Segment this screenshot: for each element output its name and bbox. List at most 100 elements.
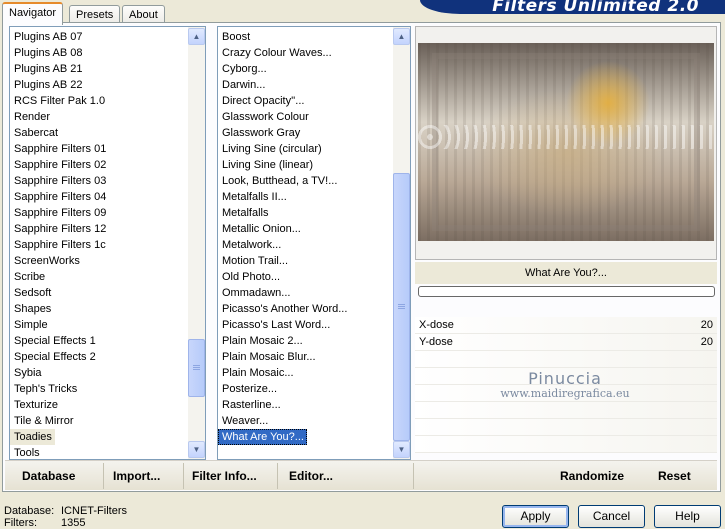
list-item-label: Toadies (10, 429, 55, 445)
filter-scrollbar[interactable]: ▲ ▼ (393, 27, 410, 459)
list-item[interactable]: Metalwork... (218, 237, 393, 253)
list-item[interactable]: Sapphire Filters 1c (10, 237, 188, 253)
list-item[interactable]: Plugins AB 07 (10, 29, 188, 45)
list-item[interactable]: What Are You?... (218, 429, 393, 445)
list-item[interactable]: Plugins AB 21 (10, 61, 188, 77)
randomize-button[interactable]: Randomize (560, 469, 624, 483)
list-item[interactable]: Cyborg... (218, 61, 393, 77)
list-item[interactable]: Tools (10, 445, 188, 459)
apply-button[interactable]: Apply (502, 505, 569, 528)
list-item[interactable]: Sapphire Filters 04 (10, 189, 188, 205)
list-item[interactable]: Plugins AB 08 (10, 45, 188, 61)
list-item[interactable]: Sapphire Filters 12 (10, 221, 188, 237)
list-item-label: Special Effects 1 (14, 335, 96, 347)
watermark: Pinuccia www.maidiregrafica.eu (440, 369, 690, 400)
database-button[interactable]: Database (22, 469, 75, 483)
list-item-label: Texturize (14, 399, 59, 411)
list-item[interactable]: Darwin... (218, 77, 393, 93)
list-item[interactable]: Boost (218, 29, 393, 45)
list-item[interactable]: Metalfalls (218, 205, 393, 221)
filter-info-button[interactable]: Filter Info... (192, 469, 257, 483)
list-item[interactable]: Simple (10, 317, 188, 333)
list-item-label: Picasso's Another Word... (222, 303, 348, 315)
tab-navigator[interactable]: Navigator (2, 2, 64, 25)
category-scrollbar[interactable]: ▲ ▼ (188, 27, 205, 459)
list-item[interactable]: Sapphire Filters 02 (10, 157, 188, 173)
list-item[interactable]: Render (10, 109, 188, 125)
list-item[interactable]: Special Effects 2 (10, 349, 188, 365)
param-row[interactable]: X-dose 20 (415, 317, 717, 334)
list-item[interactable]: Sybia (10, 365, 188, 381)
list-item[interactable]: Plugins AB 22 (10, 77, 188, 93)
list-item[interactable]: Toadies (10, 429, 188, 445)
list-item[interactable]: ScreenWorks (10, 253, 188, 269)
list-item-label: Metallic Onion... (222, 223, 301, 235)
list-item-label: Plugins AB 07 (14, 31, 83, 43)
filter-name: What Are You?... (415, 262, 717, 284)
list-item[interactable]: Posterize... (218, 381, 393, 397)
list-item[interactable]: Crazy Colour Waves... (218, 45, 393, 61)
list-item-label: Old Photo... (222, 271, 281, 283)
list-item-label: Simple (14, 319, 48, 331)
scroll-up-icon[interactable]: ▲ (393, 28, 410, 45)
list-item-label: Boost (222, 31, 251, 43)
list-item[interactable]: RCS Filter Pak 1.0 (10, 93, 188, 109)
list-item[interactable]: Look, Butthead, a TV!... (218, 173, 393, 189)
scroll-down-icon[interactable]: ▼ (393, 441, 410, 458)
cancel-button[interactable]: Cancel (578, 505, 645, 528)
list-item[interactable]: Sapphire Filters 09 (10, 205, 188, 221)
list-item[interactable]: Living Sine (circular) (218, 141, 393, 157)
list-item[interactable]: Teph's Tricks (10, 381, 188, 397)
list-item[interactable]: Sabercat (10, 125, 188, 141)
list-item-label: Sapphire Filters 04 (14, 191, 107, 203)
list-item[interactable]: Old Photo... (218, 269, 393, 285)
status-database-value: ICNET-Filters (61, 505, 127, 517)
list-item-label: Metalwork... (222, 239, 282, 251)
filter-list[interactable]: Boost Crazy Colour Waves... Cyborg... Darwi… (217, 26, 411, 460)
list-item-label: Picasso's Last Word... (222, 319, 331, 331)
list-item[interactable]: Metallic Onion... (218, 221, 393, 237)
list-item[interactable]: Picasso's Another Word... (218, 301, 393, 317)
list-item[interactable]: Shapes (10, 301, 188, 317)
reset-button[interactable]: Reset (658, 469, 691, 483)
param-row-empty (415, 419, 717, 436)
list-item[interactable]: Special Effects 1 (10, 333, 188, 349)
scroll-down-icon[interactable]: ▼ (188, 441, 205, 458)
list-item-label: Metalfalls (222, 207, 269, 219)
list-item[interactable]: Motion Trail... (218, 253, 393, 269)
filter-scroll-thumb[interactable] (393, 173, 410, 441)
list-item-label: Sapphire Filters 12 (14, 223, 107, 235)
list-item[interactable]: Plain Mosaic Blur... (218, 349, 393, 365)
list-item[interactable]: Living Sine (linear) (218, 157, 393, 173)
list-item-label: Cyborg... (222, 63, 267, 75)
list-item[interactable]: Sapphire Filters 01 (10, 141, 188, 157)
editor-button[interactable]: Editor... (289, 469, 333, 483)
list-item[interactable]: Metalfalls II... (218, 189, 393, 205)
list-item[interactable]: Sedsoft (10, 285, 188, 301)
list-item[interactable]: Plain Mosaic 2... (218, 333, 393, 349)
param-row-empty (415, 351, 717, 368)
list-item-label: Sapphire Filters 1c (14, 239, 106, 251)
list-item[interactable]: Plain Mosaic... (218, 365, 393, 381)
list-item[interactable]: Picasso's Last Word... (218, 317, 393, 333)
status-filters: Filters: 1355 (4, 517, 127, 529)
list-item[interactable]: Tile & Mirror (10, 413, 188, 429)
list-item[interactable]: Texturize (10, 397, 188, 413)
list-item-label: Sedsoft (14, 287, 52, 299)
import-button[interactable]: Import... (113, 469, 160, 483)
list-item[interactable]: Scribe (10, 269, 188, 285)
list-item[interactable]: Rasterline... (218, 397, 393, 413)
list-item[interactable]: Direct Opacity''... (218, 93, 393, 109)
param-row[interactable]: Y-dose 20 (415, 334, 717, 351)
category-list[interactable]: Plugins AB 07 Plugins AB 08 Plugins AB 21 P… (9, 26, 206, 460)
category-scroll-thumb[interactable] (188, 339, 205, 397)
help-button[interactable]: Help (654, 505, 721, 528)
status-filters-label: Filters: (4, 517, 37, 529)
list-item[interactable]: Sapphire Filters 03 (10, 173, 188, 189)
list-item[interactable]: Weaver... (218, 413, 393, 429)
list-item[interactable]: Glasswork Gray (218, 125, 393, 141)
list-item[interactable]: Ommadawn... (218, 285, 393, 301)
scroll-up-icon[interactable]: ▲ (188, 28, 205, 45)
list-item[interactable]: Glasswork Colour (218, 109, 393, 125)
list-item-label: Rasterline... (222, 399, 281, 411)
